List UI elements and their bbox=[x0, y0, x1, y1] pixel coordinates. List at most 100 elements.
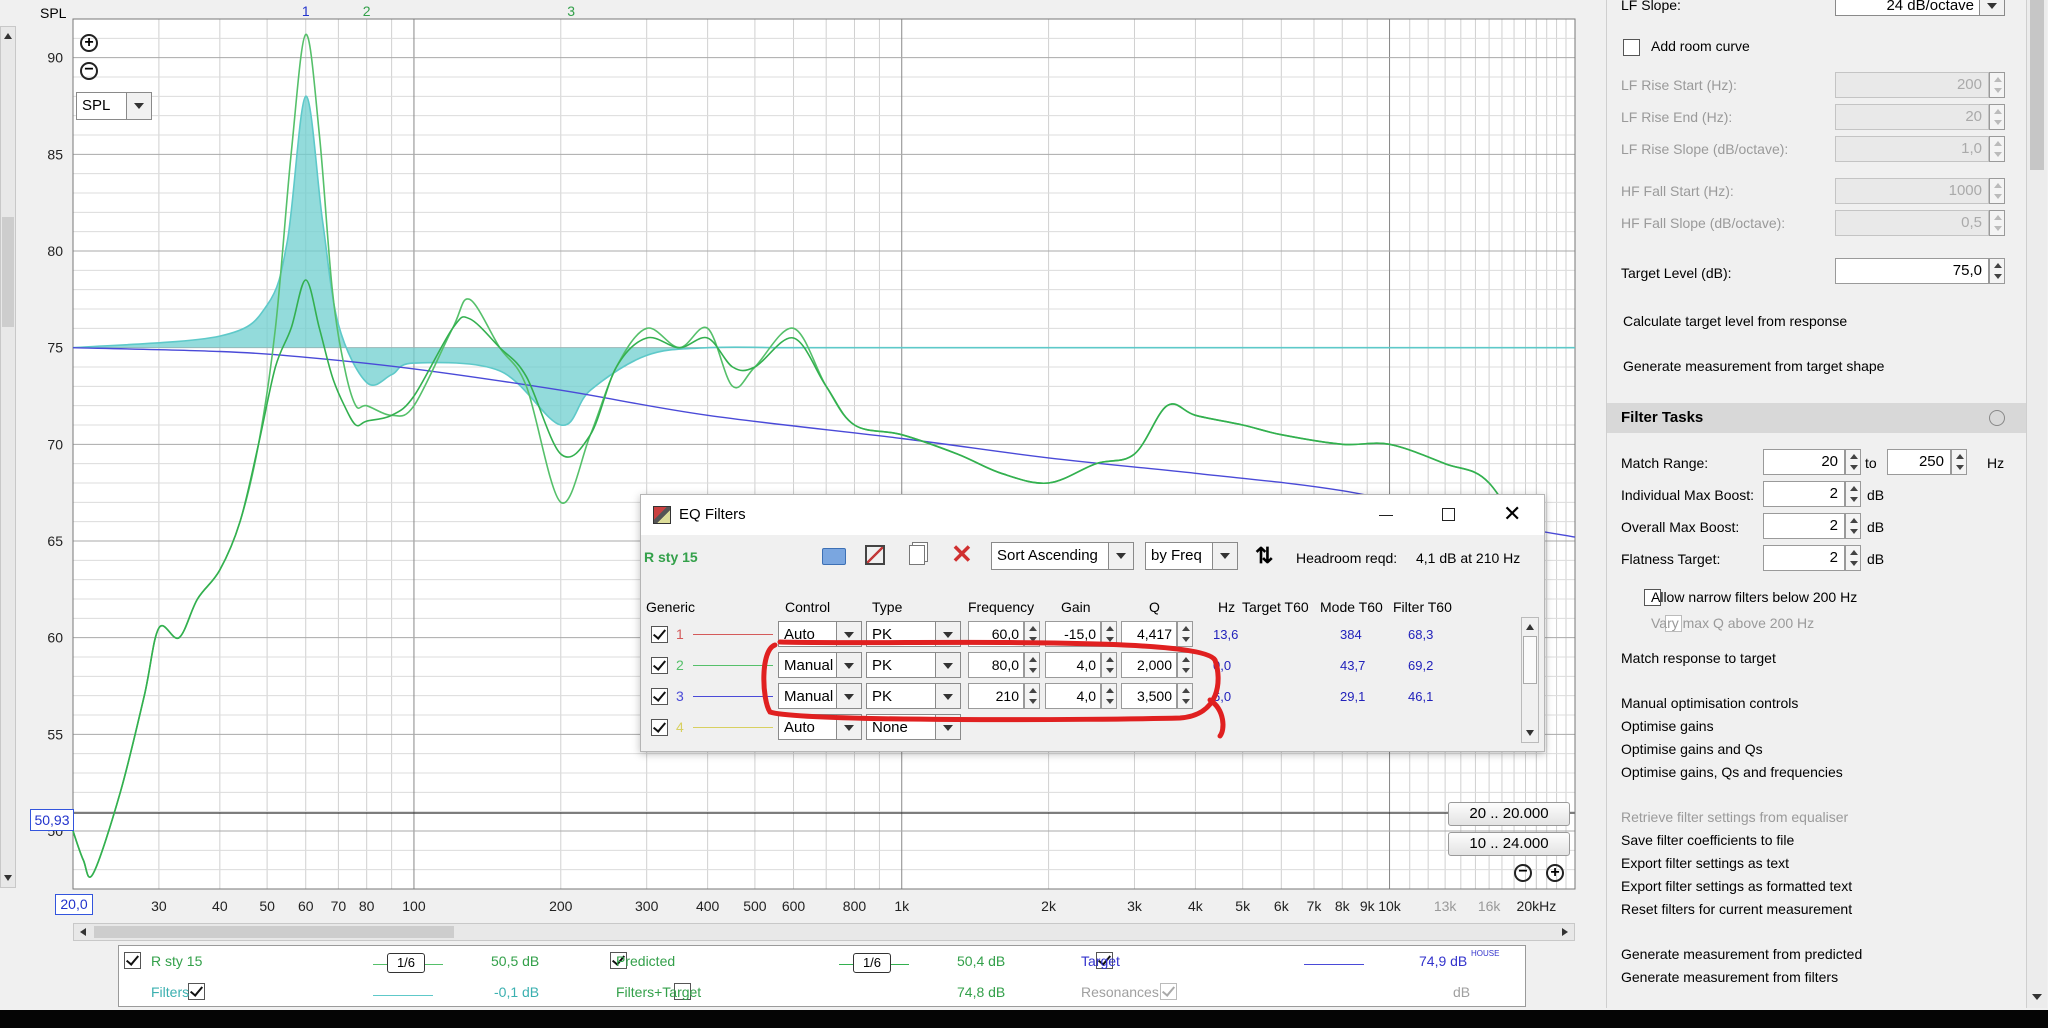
gain-spinner[interactable] bbox=[1101, 621, 1117, 647]
swap-sort-icon[interactable]: ⇅ bbox=[1255, 543, 1273, 569]
add-room-curve-checkbox[interactable] bbox=[1623, 38, 1640, 56]
reset-filters-button[interactable]: Reset filters for current measurement bbox=[1621, 901, 1852, 917]
scrollbar-thumb[interactable] bbox=[2030, 0, 2044, 170]
filters-label[interactable]: Filters bbox=[151, 984, 189, 1000]
q-spinner[interactable] bbox=[1177, 621, 1193, 647]
filter-gain-field[interactable]: -15,0 bbox=[1045, 621, 1101, 647]
retrieve-filters-button[interactable]: Retrieve filter settings from equaliser bbox=[1621, 809, 1848, 825]
flatness-target-spinner[interactable] bbox=[1845, 545, 1861, 571]
lf-rise-end-spinner[interactable] bbox=[1989, 104, 2005, 130]
flatness-target-field[interactable]: 2 bbox=[1763, 545, 1845, 571]
zoom-in-x-icon[interactable]: + bbox=[1546, 864, 1564, 882]
frequency-spinner[interactable] bbox=[1024, 652, 1040, 678]
optimise-all-button[interactable]: Optimise gains, Qs and frequencies bbox=[1621, 764, 1843, 780]
maximize-icon[interactable] bbox=[1442, 508, 1455, 521]
range-button-10-24000[interactable]: 10 .. 24.000 bbox=[1448, 832, 1570, 856]
manual-optimisation-button[interactable]: Manual optimisation controls bbox=[1621, 695, 1798, 711]
frequency-spinner[interactable] bbox=[1024, 621, 1040, 647]
save-coefficients-button[interactable]: Save filter coefficients to file bbox=[1621, 832, 1794, 848]
target-label[interactable]: Target bbox=[1081, 953, 1120, 969]
gen-predicted-button[interactable]: Generate measurement from predicted bbox=[1621, 946, 1862, 962]
match-range-high-field[interactable]: 250 bbox=[1887, 449, 1951, 475]
r-sty-label[interactable]: R sty 15 bbox=[151, 953, 202, 969]
scroll-down-icon[interactable] bbox=[1526, 730, 1534, 736]
sort-by-select[interactable]: by Freq bbox=[1145, 542, 1238, 570]
filter-enable-checkbox[interactable] bbox=[651, 625, 668, 643]
filter-type-select[interactable]: PK bbox=[866, 652, 961, 678]
lf-rise-start-spinner[interactable] bbox=[1989, 72, 2005, 98]
q-spinner[interactable] bbox=[1177, 683, 1193, 709]
individual-max-boost-spinner[interactable] bbox=[1845, 481, 1861, 507]
zoom-in-icon[interactable]: + bbox=[80, 34, 98, 52]
eq-window-titlebar[interactable]: EQ Filters ✕ bbox=[641, 495, 1544, 535]
target-level-spinner[interactable] bbox=[1989, 258, 2005, 284]
add-room-curve-label[interactable]: Add room curve bbox=[1651, 38, 1750, 54]
filter-type-select[interactable]: PK bbox=[866, 621, 961, 647]
close-icon[interactable]: ✕ bbox=[1503, 501, 1521, 527]
scrollbar-thumb[interactable] bbox=[94, 926, 454, 938]
filter-tasks-header[interactable]: Filter Tasks bbox=[1607, 403, 2027, 433]
filter-frequency-field[interactable]: 210 bbox=[968, 683, 1024, 709]
predicted-label[interactable]: Predicted bbox=[616, 953, 675, 969]
vary-q-label[interactable]: Vary max Q above 200 Hz bbox=[1651, 615, 1814, 631]
filter-control-select[interactable]: Manual bbox=[778, 683, 862, 709]
filter-type-select[interactable]: None bbox=[866, 714, 961, 740]
lf-rise-slope-spinner[interactable] bbox=[1989, 136, 2005, 162]
filter-control-select[interactable]: Auto bbox=[778, 621, 862, 647]
hf-fall-slope-spinner[interactable] bbox=[1989, 210, 2005, 236]
filter-gain-field[interactable]: 4,0 bbox=[1045, 652, 1101, 678]
filter-enable-checkbox[interactable] bbox=[651, 718, 668, 736]
target-level-field[interactable]: 75,0 bbox=[1835, 258, 1989, 284]
filter-q-field[interactable]: 2,000 bbox=[1121, 652, 1177, 678]
filter-gain-field[interactable]: 4,0 bbox=[1045, 683, 1101, 709]
scroll-down-icon[interactable] bbox=[2032, 994, 2042, 1000]
equaliser-icon[interactable] bbox=[865, 545, 885, 565]
q-spinner[interactable] bbox=[1177, 652, 1193, 678]
table-scrollbar[interactable] bbox=[1521, 617, 1539, 743]
graph-mode-select[interactable]: SPL bbox=[76, 92, 152, 120]
filter-q-field[interactable]: 3,500 bbox=[1121, 683, 1177, 709]
filters-checkbox[interactable] bbox=[187, 982, 205, 1000]
gen-from-target-button[interactable]: Generate measurement from target shape bbox=[1623, 358, 1884, 374]
filter-enable-checkbox[interactable] bbox=[651, 656, 668, 674]
resonances-label[interactable]: Resonances bbox=[1081, 984, 1159, 1000]
scroll-up-icon[interactable] bbox=[4, 33, 12, 39]
match-range-low-spinner[interactable] bbox=[1845, 449, 1861, 475]
match-range-high-spinner[interactable] bbox=[1951, 449, 1967, 475]
scroll-right-icon[interactable] bbox=[1562, 928, 1568, 936]
scroll-left-icon[interactable] bbox=[80, 928, 86, 936]
sort-select[interactable]: Sort Ascending bbox=[991, 542, 1134, 570]
export-formatted-button[interactable]: Export filter settings as formatted text bbox=[1621, 878, 1852, 894]
frequency-response-graph[interactable]: 90858075706560555030 40 50 60 70 80 100 200 300 4… bbox=[0, 0, 1595, 915]
panel-scrollbar[interactable] bbox=[2026, 0, 2047, 1008]
eq-filters-window[interactable]: EQ Filters ✕ R sty 15 ✕ Sort Ascending b… bbox=[640, 494, 1545, 752]
frequency-spinner[interactable] bbox=[1024, 683, 1040, 709]
lf-slope-select[interactable]: 24 dB/octave bbox=[1835, 0, 2005, 16]
lf-rise-end-field[interactable]: 20 bbox=[1835, 104, 1989, 130]
filter-frequency-field[interactable]: 80,0 bbox=[968, 652, 1024, 678]
resonances-checkbox[interactable] bbox=[1159, 982, 1177, 1000]
zoom-out-icon[interactable]: − bbox=[80, 62, 98, 80]
filter-type-select[interactable]: PK bbox=[866, 683, 961, 709]
lf-rise-slope-field[interactable]: 1,0 bbox=[1835, 136, 1989, 162]
hf-fall-slope-field[interactable]: 0,5 bbox=[1835, 210, 1989, 236]
allow-narrow-label[interactable]: Allow narrow filters below 200 Hz bbox=[1651, 589, 1857, 605]
scroll-up-icon[interactable] bbox=[1526, 624, 1534, 630]
copy-icon[interactable] bbox=[909, 545, 925, 565]
filter-control-select[interactable]: Manual bbox=[778, 652, 862, 678]
hf-fall-start-field[interactable]: 1000 bbox=[1835, 178, 1989, 204]
folder-icon[interactable] bbox=[822, 548, 846, 565]
filters-target-label[interactable]: Filters+Target bbox=[616, 984, 701, 1000]
filter-frequency-field[interactable]: 60,0 bbox=[968, 621, 1024, 647]
match-response-button[interactable]: Match response to target bbox=[1621, 650, 1776, 666]
hf-fall-start-spinner[interactable] bbox=[1989, 178, 2005, 204]
individual-max-boost-field[interactable]: 2 bbox=[1763, 481, 1845, 507]
delete-icon[interactable]: ✕ bbox=[951, 539, 973, 570]
vertical-scrollbar[interactable] bbox=[0, 26, 16, 888]
calc-target-button[interactable]: Calculate target level from response bbox=[1623, 313, 1847, 329]
horizontal-scrollbar[interactable] bbox=[73, 923, 1575, 941]
predicted-smoothing[interactable]: 1/6 bbox=[853, 953, 891, 973]
optimise-gains-qs-button[interactable]: Optimise gains and Qs bbox=[1621, 741, 1763, 757]
filter-control-select[interactable]: Auto bbox=[778, 714, 862, 740]
filter-q-field[interactable]: 4,417 bbox=[1121, 621, 1177, 647]
